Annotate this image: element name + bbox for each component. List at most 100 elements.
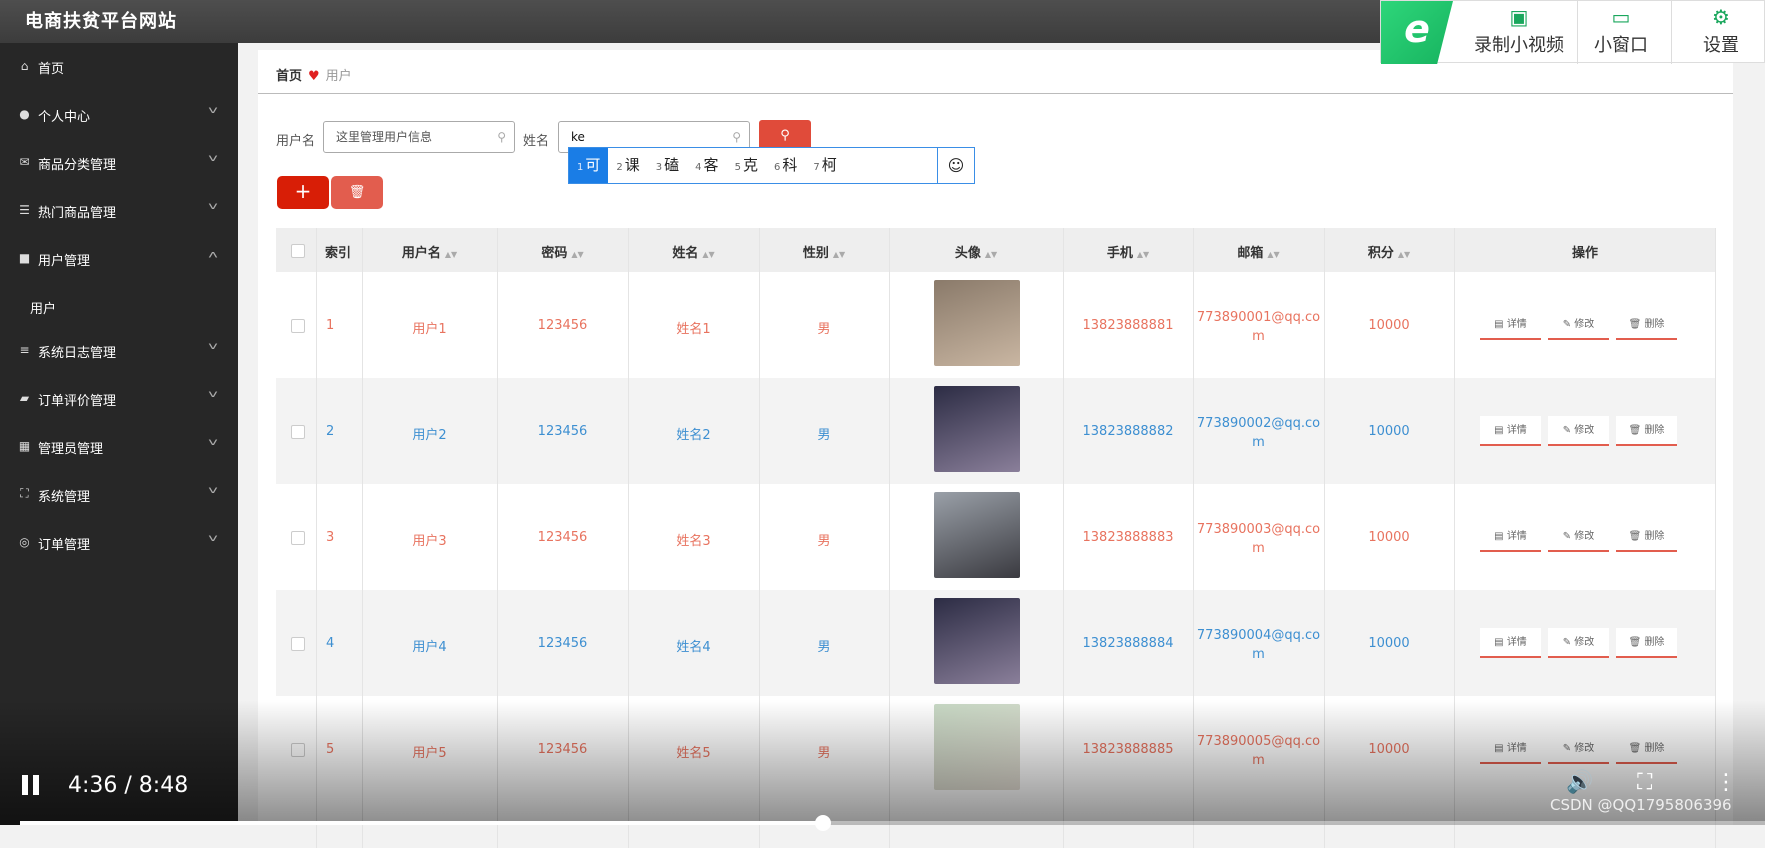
batch-delete-button[interactable]: 🗑 bbox=[331, 176, 383, 209]
sort-icon: ▲▼ bbox=[702, 250, 715, 259]
avatar bbox=[934, 386, 1020, 472]
header-email[interactable]: 邮箱 ▲▼ bbox=[1193, 242, 1324, 261]
sidebar-item-logs[interactable]: ≡ 系统日志管理 v bbox=[0, 327, 238, 375]
sidebar-item-admins[interactable]: ▦ 管理员管理 v bbox=[0, 423, 238, 471]
sidebar-item-label: 系统管理 bbox=[38, 490, 91, 505]
header-gender[interactable]: 性别 ▲▼ bbox=[759, 242, 889, 261]
mini-window-label: 小窗口 bbox=[1594, 35, 1648, 56]
header-password[interactable]: 密码 ▲▼ bbox=[497, 242, 628, 261]
settings-button[interactable]: ⚙ 设置 bbox=[1681, 1, 1761, 64]
ime-candidate[interactable]: 7柯 bbox=[805, 148, 844, 183]
video-overlay bbox=[238, 700, 1765, 825]
pencil-icon: ✎ bbox=[1562, 425, 1575, 436]
action-label: 修改 bbox=[1574, 531, 1595, 542]
mini-window-button[interactable]: ▭ 小窗口 bbox=[1581, 1, 1661, 64]
delete-button[interactable]: 🗑 删除 bbox=[1616, 522, 1677, 552]
sidebar-item-order-review[interactable]: ▰ 订单评价管理 v bbox=[0, 375, 238, 423]
header-index[interactable]: 索引 bbox=[316, 242, 360, 261]
ime-candidate[interactable]: 1可 bbox=[569, 148, 609, 183]
video-overlay bbox=[0, 700, 238, 825]
volume-icon[interactable]: 🔊 bbox=[1566, 770, 1593, 795]
cell-sex: 男 bbox=[817, 428, 831, 443]
sidebar-item-profile[interactable]: ● 个人中心 v bbox=[0, 91, 238, 139]
username-search-input[interactable]: 这里管理用户信息 ⚲ bbox=[323, 121, 515, 153]
detail-button[interactable]: ▤ 详情 bbox=[1480, 416, 1541, 446]
table-row: 3 用户3 123456 姓名3 男 13823888883 10000 773890003@… bbox=[276, 484, 1716, 590]
recorder-toolbar: e ▣ 录制小视频 ▭ 小窗口 ⚙ 设置 bbox=[1380, 0, 1765, 64]
header-avatar[interactable]: 头像 ▲▼ bbox=[889, 242, 1063, 261]
trash-icon: 🗑 bbox=[1628, 531, 1645, 542]
ticket-icon: ▰ bbox=[19, 390, 30, 405]
sort-icon: ▲▼ bbox=[571, 250, 584, 259]
select-all-checkbox[interactable] bbox=[291, 244, 305, 258]
sidebar-item-home[interactable]: ⌂ 首页 bbox=[0, 43, 238, 91]
row-checkbox[interactable] bbox=[291, 531, 305, 545]
ime-candidate[interactable]: 4客 bbox=[687, 148, 726, 183]
chevron-down-icon: v bbox=[208, 533, 218, 544]
table-row: 4 用户4 123456 姓名4 男 13823888884 10000 773890004@… bbox=[276, 590, 1716, 696]
sidebar-item-label: 首页 bbox=[38, 62, 65, 77]
detail-button[interactable]: ▤ 详情 bbox=[1480, 310, 1541, 340]
pencil-icon: ✎ bbox=[1562, 319, 1575, 330]
sidebar-item-category[interactable]: ✉ 商品分类管理 v bbox=[0, 139, 238, 187]
name-label: 姓名 bbox=[523, 134, 550, 149]
divider bbox=[1671, 1, 1672, 64]
cell-pwd: 123456 bbox=[537, 318, 588, 333]
email-line: 773890004@qq.co bbox=[1196, 628, 1321, 643]
edit-button[interactable]: ✎ 修改 bbox=[1548, 310, 1609, 340]
chevron-down-icon: v bbox=[208, 153, 218, 164]
compass-icon: ◎ bbox=[19, 534, 30, 549]
ime-candidate[interactable]: 5克 bbox=[727, 148, 766, 183]
video-scrub-handle[interactable] bbox=[814, 815, 831, 831]
fullscreen-icon[interactable]: ⛶ bbox=[1637, 770, 1652, 795]
sort-icon: ▲▼ bbox=[984, 250, 998, 259]
breadcrumb: 首页 ♥ 用户 bbox=[276, 65, 352, 84]
detail-button[interactable]: ▤ 详情 bbox=[1480, 628, 1541, 658]
header-username[interactable]: 用户名 ▲▼ bbox=[362, 242, 497, 261]
sort-icon: ▲▼ bbox=[1136, 250, 1150, 259]
chevron-up-icon: v bbox=[208, 249, 218, 260]
document-icon: ▤ bbox=[1494, 531, 1507, 542]
cell-email: 773890001@qq.co m bbox=[1193, 308, 1324, 346]
row-checkbox[interactable] bbox=[291, 319, 305, 333]
breadcrumb-home[interactable]: 首页 bbox=[276, 69, 302, 84]
cell-email: 773890003@qq.co m bbox=[1193, 520, 1324, 558]
sidebar-item-hot-goods[interactable]: ☰ 热门商品管理 v bbox=[0, 187, 238, 235]
header-score[interactable]: 积分 ▲▼ bbox=[1324, 242, 1454, 261]
delete-button[interactable]: 🗑 删除 bbox=[1616, 416, 1677, 446]
edit-button[interactable]: ✎ 修改 bbox=[1548, 416, 1609, 446]
edit-button[interactable]: ✎ 修改 bbox=[1548, 628, 1609, 658]
record-video-label: 录制小视频 bbox=[1474, 35, 1564, 56]
edit-button[interactable]: ✎ 修改 bbox=[1548, 522, 1609, 552]
cell-user: 用户1 bbox=[412, 322, 447, 337]
detail-button[interactable]: ▤ 详情 bbox=[1480, 522, 1541, 552]
sidebar-item-label: 个人中心 bbox=[38, 110, 91, 125]
more-options-icon[interactable]: ⋮ bbox=[1715, 770, 1737, 795]
sidebar-item-label: 用户管理 bbox=[38, 254, 91, 269]
sidebar-subitem-user[interactable]: 用户 bbox=[30, 298, 56, 317]
ime-candidate[interactable]: 6科 bbox=[766, 148, 805, 183]
sidebar-item-system[interactable]: ⛶ 系统管理 v bbox=[0, 471, 238, 519]
delete-button[interactable]: 🗑 删除 bbox=[1616, 628, 1677, 658]
ime-candidate[interactable]: 2课 bbox=[608, 148, 647, 183]
row-checkbox[interactable] bbox=[291, 425, 305, 439]
sidebar-item-users[interactable]: ■ 用户管理 v bbox=[0, 235, 238, 283]
delete-button[interactable]: 🗑 删除 bbox=[1616, 310, 1677, 340]
sidebar-item-orders[interactable]: ◎ 订单管理 v bbox=[0, 519, 238, 567]
ime-candidate[interactable]: 3磕 bbox=[648, 148, 687, 183]
cell-score: 10000 bbox=[1368, 636, 1410, 651]
add-button[interactable]: + bbox=[277, 176, 329, 209]
record-video-button[interactable]: ▣ 录制小视频 bbox=[1463, 1, 1575, 64]
row-checkbox[interactable] bbox=[291, 637, 305, 651]
username-label: 用户名 bbox=[276, 134, 316, 149]
trash-icon: 🗑 bbox=[1628, 637, 1645, 648]
cell-phone: 13823888883 bbox=[1082, 530, 1174, 545]
header-name[interactable]: 姓名 ▲▼ bbox=[628, 242, 759, 261]
pause-button[interactable] bbox=[22, 775, 40, 795]
video-progress-bar[interactable] bbox=[20, 821, 1765, 825]
email-line: m bbox=[1252, 435, 1265, 450]
cell-pwd: 123456 bbox=[537, 636, 588, 651]
header-phone[interactable]: 手机 ▲▼ bbox=[1063, 242, 1193, 261]
emoji-icon[interactable]: ☺ bbox=[937, 148, 974, 183]
watermark: CSDN @QQ1795806396 bbox=[1550, 796, 1732, 814]
